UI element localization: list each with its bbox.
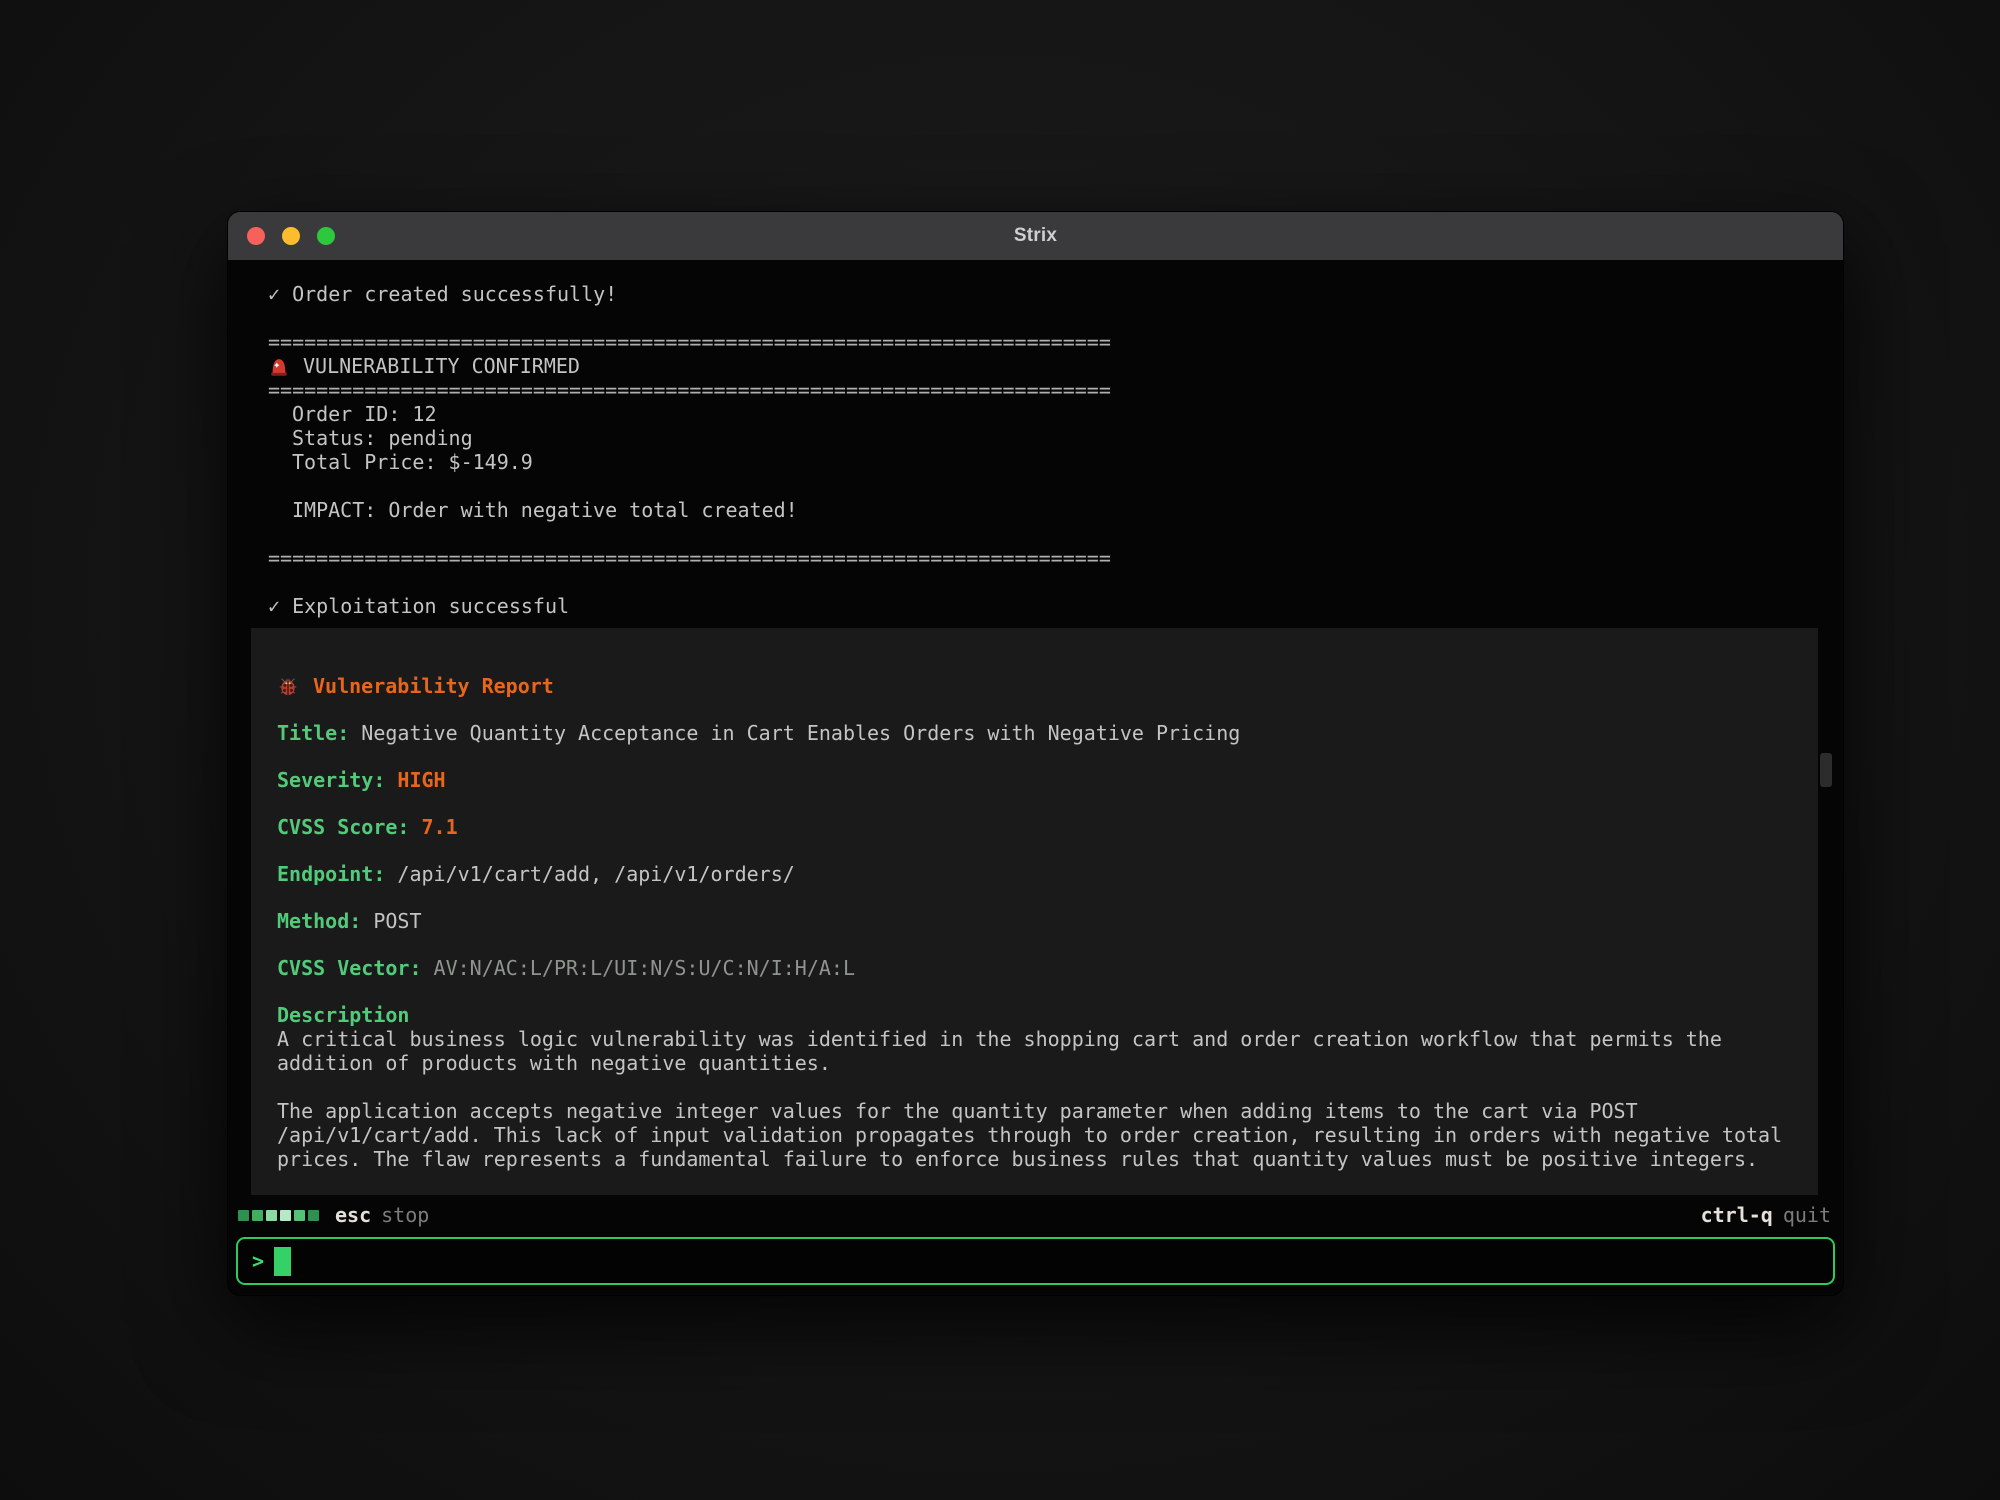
report-field-endpoint: Endpoint: /api/v1/cart/add, /api/v1/orde… bbox=[277, 862, 1792, 886]
close-button-icon[interactable] bbox=[247, 227, 265, 245]
report-field-method: Method: POST bbox=[277, 909, 1792, 933]
traffic-lights bbox=[247, 212, 335, 260]
vulnerability-confirmed-heading: VULNERABILITY CONFIRMED bbox=[268, 354, 1803, 378]
exploitation-success-message: ✓ Exploitation successful bbox=[268, 594, 1803, 618]
severity-badge: HIGH bbox=[397, 768, 445, 792]
order-success-message: ✓ Order created successfully! bbox=[268, 282, 1803, 306]
minimize-button-icon[interactable] bbox=[282, 227, 300, 245]
quit-key-hint: ctrl-q bbox=[1701, 1203, 1773, 1227]
description-heading: Description bbox=[277, 1003, 1792, 1027]
report-field-cvss-score: CVSS Score: 7.1 bbox=[277, 815, 1792, 839]
vulnerability-report-panel: Vulnerability Report Title: Negative Qua… bbox=[251, 628, 1818, 1195]
description-paragraph: A critical business logic vulnerability … bbox=[277, 1027, 1792, 1075]
impact-line: IMPACT: Order with negative total create… bbox=[268, 498, 1803, 522]
command-input[interactable]: > bbox=[236, 1237, 1835, 1285]
scrollbar-thumb[interactable] bbox=[1820, 753, 1832, 787]
esc-key-hint: esc bbox=[335, 1203, 371, 1227]
order-id-line: Order ID: 12 bbox=[268, 402, 1803, 426]
report-header: Vulnerability Report bbox=[277, 674, 1792, 698]
report-title: Vulnerability Report bbox=[313, 674, 554, 698]
status-bar: esc stop ctrl-q quit bbox=[228, 1195, 1843, 1235]
report-field-severity: Severity: HIGH bbox=[277, 768, 1792, 792]
bug-icon bbox=[277, 675, 299, 697]
separator-line: ========================================… bbox=[268, 546, 1803, 570]
cvss-score-value: 7.1 bbox=[422, 815, 458, 839]
separator-line: ========================================… bbox=[268, 378, 1803, 402]
window-titlebar[interactable]: Strix bbox=[228, 212, 1843, 260]
order-status-line: Status: pending bbox=[268, 426, 1803, 450]
maximize-button-icon[interactable] bbox=[317, 227, 335, 245]
text-cursor bbox=[274, 1247, 291, 1276]
stop-action-label: stop bbox=[381, 1203, 429, 1227]
terminal-output-area[interactable]: ✓ Order created successfully! ==========… bbox=[228, 260, 1843, 1195]
report-field-title: Title: Negative Quantity Acceptance in C… bbox=[277, 721, 1792, 745]
siren-icon bbox=[268, 355, 290, 377]
strix-terminal-window: Strix ✓ Order created successfully! ====… bbox=[228, 212, 1843, 1295]
vulnerability-confirmed-label: VULNERABILITY CONFIRMED bbox=[303, 354, 580, 378]
order-total-line: Total Price: $-149.9 bbox=[268, 450, 1803, 474]
spinner-icon bbox=[238, 1210, 319, 1221]
report-field-cvss-vector: CVSS Vector: AV:N/AC:L/PR:L/UI:N/S:U/C:N… bbox=[277, 956, 1792, 980]
prompt-symbol: > bbox=[252, 1249, 264, 1273]
separator-line: ========================================… bbox=[268, 330, 1803, 354]
quit-action-label: quit bbox=[1783, 1203, 1831, 1227]
window-title: Strix bbox=[1014, 225, 1057, 247]
description-paragraph: The application accepts negative integer… bbox=[277, 1099, 1792, 1171]
